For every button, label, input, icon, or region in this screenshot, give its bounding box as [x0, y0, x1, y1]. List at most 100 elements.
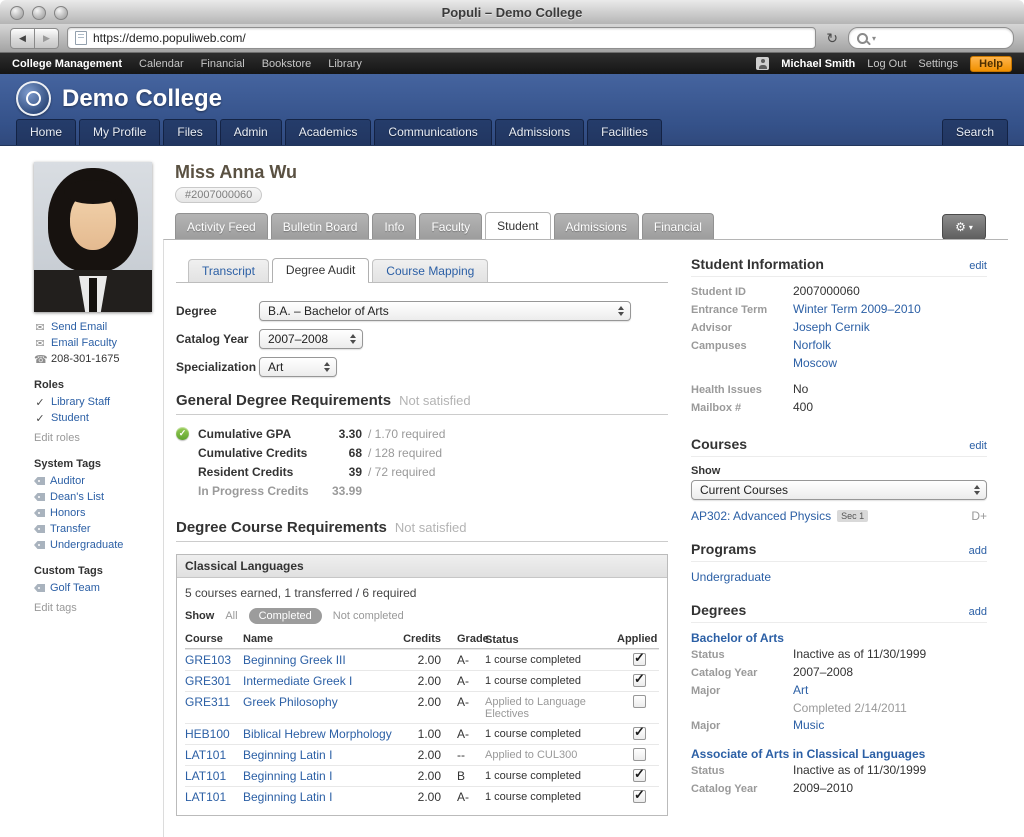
course-code-link[interactable]: GRE103: [185, 653, 243, 667]
student-photo[interactable]: [34, 162, 152, 312]
back-button[interactable]: ◀: [10, 28, 35, 49]
window-title: Populi – Demo College: [442, 5, 583, 20]
nav-tab-admissions[interactable]: Admissions: [495, 119, 584, 145]
roles-title: Roles: [34, 379, 163, 394]
nav-tab-files[interactable]: Files: [163, 119, 216, 145]
tab-financial[interactable]: Financial: [642, 213, 714, 239]
edit-roles-link[interactable]: Edit roles: [34, 432, 80, 444]
nav-tab-communications[interactable]: Communications: [374, 119, 491, 145]
tab-info[interactable]: Info: [372, 213, 416, 239]
tag-auditor-link[interactable]: Auditor: [50, 475, 85, 487]
applied-checkbox[interactable]: [633, 727, 646, 740]
course-name-link[interactable]: Biblical Hebrew Morphology: [243, 727, 401, 741]
nav-tab-my-profile[interactable]: My Profile: [79, 119, 160, 145]
applied-checkbox[interactable]: [633, 769, 646, 782]
profile-tabs: Activity Feed Bulletin Board Info Facult…: [175, 212, 714, 239]
select-arrows-icon: [618, 306, 624, 316]
minimize-window-button[interactable]: [32, 6, 46, 20]
settings-link[interactable]: Settings: [918, 58, 958, 70]
edit-tags-link[interactable]: Edit tags: [34, 602, 77, 614]
course-code-link[interactable]: LAT101: [185, 790, 243, 804]
applied-checkbox[interactable]: [633, 790, 646, 803]
tag-golf-team-link[interactable]: Golf Team: [50, 582, 100, 594]
send-email-link[interactable]: Send Email: [51, 321, 107, 333]
applied-checkbox[interactable]: [633, 695, 646, 708]
tab-faculty[interactable]: Faculty: [419, 213, 482, 239]
role-library-staff-link[interactable]: Library Staff: [51, 396, 110, 408]
tag-undergraduate-link[interactable]: Undergraduate: [50, 539, 123, 551]
email-faculty-link[interactable]: Email Faculty: [51, 337, 117, 349]
help-button[interactable]: Help: [970, 56, 1012, 72]
tag-icon: [34, 584, 45, 592]
course-link[interactable]: AP302: Advanced Physics: [691, 509, 831, 523]
filter-all[interactable]: All: [225, 610, 237, 622]
utility-nav-college-management[interactable]: College Management: [12, 58, 122, 70]
nav-tab-academics[interactable]: Academics: [285, 119, 372, 145]
not-satisfied-status: Not satisfied: [399, 393, 471, 408]
applied-checkbox[interactable]: [633, 674, 646, 687]
browser-search-input[interactable]: ▾: [848, 27, 1014, 49]
degree-select[interactable]: B.A. – Bachelor of Arts: [259, 301, 631, 321]
select-arrows-icon: [350, 334, 356, 344]
subtab-degree-audit[interactable]: Degree Audit: [272, 258, 369, 282]
filter-not-completed[interactable]: Not completed: [333, 610, 404, 622]
course-name-link[interactable]: Beginning Latin I: [243, 790, 401, 804]
address-bar[interactable]: https://demo.populiweb.com/: [67, 27, 816, 49]
utility-nav-financial[interactable]: Financial: [201, 58, 245, 70]
nav-tab-facilities[interactable]: Facilities: [587, 119, 662, 145]
edit-student-info-link[interactable]: edit: [969, 260, 987, 272]
tab-admissions[interactable]: Admissions: [554, 213, 639, 239]
nav-tab-admin[interactable]: Admin: [220, 119, 282, 145]
tag-honors-link[interactable]: Honors: [50, 507, 85, 519]
student-info-column: Student Information edit Student ID 2007…: [691, 240, 987, 797]
utility-nav-library[interactable]: Library: [328, 58, 362, 70]
degree-associate-of-arts-link[interactable]: Associate of Arts in Classical Languages: [691, 747, 987, 761]
course-name-link[interactable]: Beginning Latin I: [243, 748, 401, 762]
course-code-link[interactable]: HEB100: [185, 727, 243, 741]
course-code-link[interactable]: LAT101: [185, 769, 243, 783]
applied-checkbox[interactable]: [633, 748, 646, 761]
add-degree-link[interactable]: add: [969, 606, 987, 618]
course-name-link[interactable]: Intermediate Greek I: [243, 674, 401, 688]
close-window-button[interactable]: [10, 6, 24, 20]
tag-icon: [34, 509, 45, 517]
section-badge: Sec 1: [837, 510, 868, 522]
subtab-course-mapping[interactable]: Course Mapping: [372, 259, 488, 282]
reload-icon[interactable]: ↻: [824, 30, 840, 47]
requirement-group-title: Classical Languages: [177, 555, 667, 578]
add-program-link[interactable]: add: [969, 545, 987, 557]
catalog-year-select[interactable]: 2007–2008: [259, 329, 363, 349]
tab-bulletin-board[interactable]: Bulletin Board: [271, 213, 370, 239]
subtab-transcript[interactable]: Transcript: [188, 259, 269, 282]
window-controls: [10, 6, 68, 20]
utility-nav-bookstore[interactable]: Bookstore: [262, 58, 312, 70]
course-code-link[interactable]: LAT101: [185, 748, 243, 762]
log-out-link[interactable]: Log Out: [867, 58, 906, 70]
nav-tab-home[interactable]: Home: [16, 119, 76, 145]
forward-button[interactable]: ▶: [35, 28, 59, 49]
utility-nav-calendar[interactable]: Calendar: [139, 58, 184, 70]
course-name-link[interactable]: Beginning Greek III: [243, 653, 401, 667]
tag-deans-list-link[interactable]: Dean's List: [50, 491, 104, 503]
courses-filter-select[interactable]: Current Courses: [691, 480, 987, 500]
applied-checkbox[interactable]: [633, 653, 646, 666]
program-undergraduate-link[interactable]: Undergraduate: [691, 570, 987, 584]
course-code-link[interactable]: GRE301: [185, 674, 243, 688]
zoom-window-button[interactable]: [54, 6, 68, 20]
course-name-link[interactable]: Greek Philosophy: [243, 695, 401, 709]
course-code-link[interactable]: GRE311: [185, 695, 243, 709]
nav-tab-search[interactable]: Search: [942, 119, 1008, 145]
courses-heading: Courses edit: [691, 436, 987, 457]
tab-activity-feed[interactable]: Activity Feed: [175, 213, 268, 239]
course-name-link[interactable]: Beginning Latin I: [243, 769, 401, 783]
actions-gear-button[interactable]: ⚙▾: [942, 214, 986, 240]
specialization-select[interactable]: Art: [259, 357, 337, 377]
phone-number: 208-301-1675: [51, 353, 120, 365]
tag-transfer-link[interactable]: Transfer: [50, 523, 91, 535]
role-student-link[interactable]: Student: [51, 412, 89, 424]
current-user-name[interactable]: Michael Smith: [781, 58, 855, 70]
tab-student[interactable]: Student: [485, 212, 550, 239]
degree-bachelor-of-arts-link[interactable]: Bachelor of Arts: [691, 631, 987, 645]
filter-completed[interactable]: Completed: [249, 608, 322, 624]
edit-courses-link[interactable]: edit: [969, 440, 987, 452]
